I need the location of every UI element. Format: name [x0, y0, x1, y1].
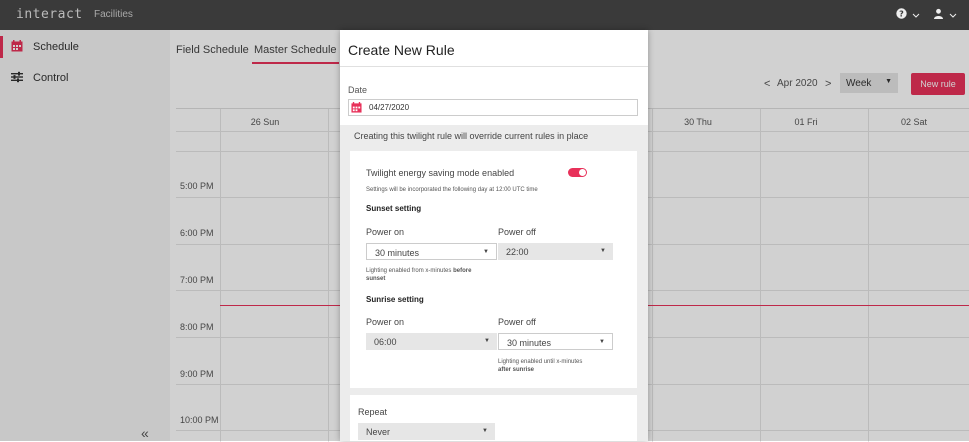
sunset-power-on-label: Power on: [366, 227, 405, 237]
select-value: 30 minutes: [375, 248, 420, 258]
calendar-icon[interactable]: [351, 102, 362, 113]
repeat-select[interactable]: Never ▼: [358, 423, 495, 440]
sunrise-power-on-select[interactable]: 06:00 ▼: [366, 333, 497, 350]
toggle-knob: [579, 169, 586, 176]
chevron-down-icon: ▼: [484, 338, 490, 344]
nav-facilities[interactable]: Facilities: [94, 9, 133, 20]
top-bar: interact Facilities ?: [0, 0, 969, 30]
repeat-label: Repeat: [358, 407, 388, 417]
repeat-card: Repeat Never ▼: [350, 395, 637, 441]
override-notice: Creating this twilight rule will overrid…: [354, 131, 589, 141]
create-rule-dialog: Create New Rule Date Creating this twili…: [340, 30, 648, 441]
twilight-note: Settings will be incorporated the follow…: [366, 187, 538, 193]
sunset-note: Lighting enabled from x-minutes before su…: [366, 268, 472, 282]
svg-text:?: ?: [899, 9, 904, 18]
chevron-down-icon: ▼: [482, 428, 488, 434]
dialog-title: Create New Rule: [348, 42, 455, 58]
sunset-power-off-select[interactable]: 22:00 ▼: [498, 243, 613, 260]
sunrise-title: Sunrise setting: [366, 295, 424, 304]
sunrise-note: Lighting enabled until x-minutes after su…: [498, 359, 583, 373]
chevron-down-icon: ▼: [599, 339, 605, 345]
date-input[interactable]: [369, 101, 629, 114]
twilight-settings-card: Twilight energy saving mode enabled Sett…: [350, 151, 637, 388]
sunset-power-off-label: Power off: [498, 227, 536, 237]
sunrise-power-off-label: Power off: [498, 317, 536, 327]
chevron-down-icon: ▼: [600, 248, 606, 254]
app-logo[interactable]: interact: [16, 7, 83, 22]
sunrise-power-on-label: Power on: [366, 317, 405, 327]
date-label: Date: [348, 85, 368, 95]
divider: [340, 66, 648, 67]
select-value: 06:00: [374, 337, 397, 347]
date-field[interactable]: [348, 99, 638, 116]
select-value: 30 minutes: [507, 338, 552, 348]
rule-settings-area: Creating this twilight rule will overrid…: [340, 125, 648, 441]
user-icon[interactable]: [933, 8, 957, 22]
sunset-power-on-select[interactable]: 30 minutes ▼: [366, 243, 497, 260]
twilight-label: Twilight energy saving mode enabled: [366, 168, 515, 178]
sunset-title: Sunset setting: [366, 204, 422, 213]
chevron-down-icon: ▼: [483, 249, 489, 255]
select-value: 22:00: [506, 247, 529, 257]
sunrise-power-off-select[interactable]: 30 minutes ▼: [498, 333, 613, 350]
select-value: Never: [366, 427, 391, 437]
help-icon[interactable]: ?: [896, 8, 920, 22]
twilight-toggle[interactable]: [568, 168, 587, 177]
